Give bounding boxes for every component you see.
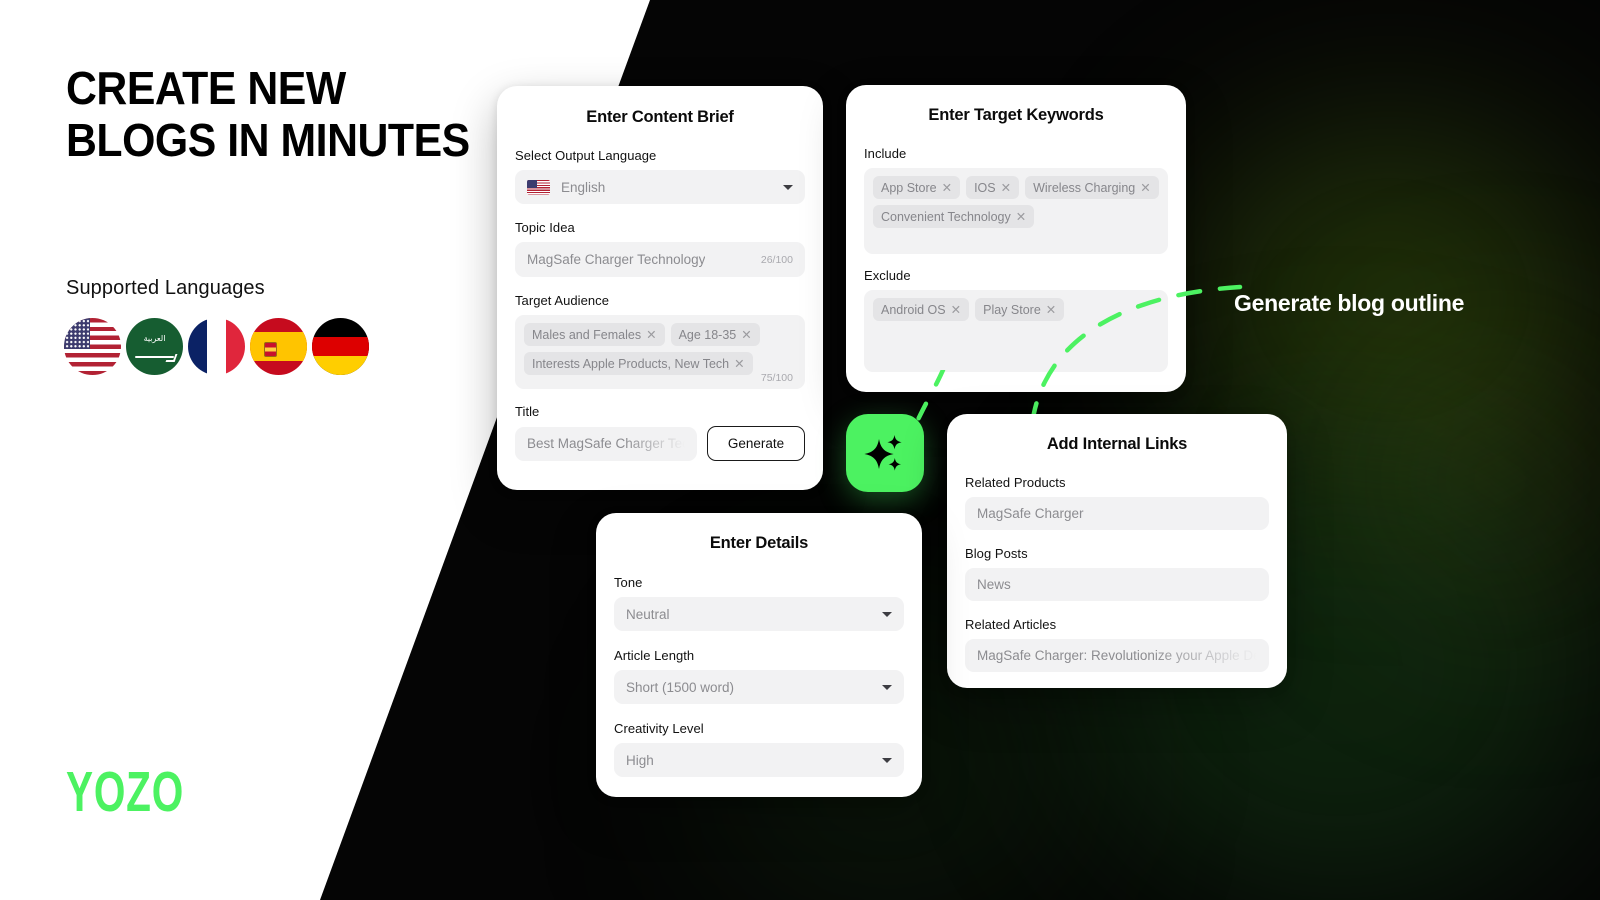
chip-label: App Store <box>881 181 937 195</box>
chip-remove-icon[interactable]: ✕ <box>942 181 952 195</box>
target-audience-chip-list: Males and Females ✕ Age 18-35 ✕ Interests … <box>524 323 796 375</box>
topic-idea-value: MagSafe Charger Technology <box>527 252 706 267</box>
select-article-length[interactable]: Short (1500 word) <box>614 670 904 704</box>
flag-usa-icon-small <box>527 179 550 195</box>
chevron-down-icon[interactable] <box>882 611 892 617</box>
title-value: Best MagSafe Charger Tech: Wirel <box>527 436 685 451</box>
chip[interactable]: Interests Apple Products, New Tech ✕ <box>524 352 753 375</box>
supported-languages-flags: العربية <box>64 318 369 375</box>
label-creativity-level: Creativity Level <box>614 721 704 736</box>
chevron-down-icon[interactable] <box>783 184 793 190</box>
include-chip-list: App Store ✕ IOS ✕ Wireless Charging ✕ Conve… <box>873 176 1159 228</box>
label-related-articles: Related Articles <box>965 617 1057 632</box>
chip-remove-icon[interactable]: ✕ <box>1140 181 1150 195</box>
chip-remove-icon[interactable]: ✕ <box>951 303 961 317</box>
related-products-value: MagSafe Charger <box>977 506 1084 521</box>
label-article-length: Article Length <box>614 648 695 663</box>
input-title[interactable]: Best MagSafe Charger Tech: Wirel <box>515 426 697 461</box>
card-content-brief: Enter Content Brief Select Output Langua… <box>497 86 823 490</box>
poster-canvas: CREATE NEW BLOGS IN MINUTES Supported La… <box>0 0 1600 900</box>
generate-button[interactable]: Generate <box>707 426 805 461</box>
sparkle-button[interactable] <box>846 414 924 492</box>
chip[interactable]: Android OS ✕ <box>873 298 970 321</box>
input-target-audience[interactable]: Males and Females ✕ Age 18-35 ✕ Interests … <box>515 315 805 389</box>
exclude-chip-list: Android OS ✕ Play Store ✕ <box>873 298 1159 321</box>
chip-label: Android OS <box>881 303 946 317</box>
article-length-value: Short (1500 word) <box>626 679 735 695</box>
card-internal-links: Add Internal Links Related Products MagS… <box>947 414 1287 688</box>
enter-details-title: Enter Details <box>709 534 809 552</box>
flag-germany-icon <box>312 318 369 375</box>
chip[interactable]: Males and Females ✕ <box>524 323 665 346</box>
chip[interactable]: Play Store ✕ <box>975 298 1065 321</box>
label-output-language: Select Output Language <box>515 148 657 163</box>
cta-generate-blog-outline: Generate blog outline <box>1234 290 1465 316</box>
blog-posts-value: News <box>977 577 1011 592</box>
hero-line-1: CREATE NEW <box>66 62 346 114</box>
chip-label: IOS <box>974 181 996 195</box>
flag-saudi-arabia-icon: العربية <box>126 318 183 375</box>
chip-remove-icon[interactable]: ✕ <box>1016 210 1026 224</box>
chip[interactable]: Convenient Technology ✕ <box>873 205 1035 228</box>
label-blog-posts: Blog Posts <box>965 546 1028 561</box>
input-topic-idea[interactable]: MagSafe Charger Technology 26/100 <box>515 242 805 277</box>
chip-remove-icon[interactable]: ✕ <box>741 328 751 342</box>
chevron-down-icon[interactable] <box>882 684 892 690</box>
topic-idea-counter: 26/100 <box>760 253 793 266</box>
supported-languages-label: Supported Languages <box>66 277 265 299</box>
input-related-articles[interactable]: MagSafe Charger: Revolutionize your Appl… <box>965 639 1269 672</box>
chip-label: Age 18-35 <box>678 328 737 342</box>
chevron-down-icon[interactable] <box>882 757 892 763</box>
content-brief-title: Enter Content Brief <box>586 108 734 126</box>
chip[interactable]: IOS ✕ <box>966 176 1020 199</box>
chip[interactable]: Wireless Charging ✕ <box>1025 176 1159 199</box>
flag-saudi-script: العربية <box>143 334 166 343</box>
chip-label: Wireless Charging <box>1033 181 1136 195</box>
yozo-logo: YOZO <box>66 761 185 824</box>
chip-remove-icon[interactable]: ✕ <box>1001 181 1011 195</box>
related-articles-value: MagSafe Charger: Revolutionize your Appl… <box>977 648 1257 663</box>
input-blog-posts[interactable]: News <box>965 568 1269 601</box>
select-creativity-level[interactable]: High <box>614 743 904 777</box>
label-title: Title <box>515 404 540 419</box>
target-audience-counter: 75/100 <box>760 372 793 384</box>
sparkle-icon <box>864 435 902 471</box>
input-exclude-keywords[interactable]: Android OS ✕ Play Store ✕ <box>864 290 1168 372</box>
hero-line-2: BLOGS IN MINUTES <box>66 114 470 166</box>
chip-remove-icon[interactable]: ✕ <box>646 328 656 342</box>
internal-links-title: Add Internal Links <box>1046 435 1188 453</box>
target-keywords-title: Enter Target Keywords <box>928 106 1104 124</box>
chip-label: Males and Females <box>532 328 642 342</box>
chip-label: Interests Apple Products, New Tech <box>532 357 730 371</box>
label-exclude: Exclude <box>864 268 911 283</box>
hero-heading: CREATE NEW BLOGS IN MINUTES <box>66 62 566 166</box>
select-tone[interactable]: Neutral <box>614 597 904 631</box>
chip-label: Convenient Technology <box>881 210 1011 224</box>
label-include: Include <box>864 146 907 161</box>
input-include-keywords[interactable]: App Store ✕ IOS ✕ Wireless Charging ✕ Conve… <box>864 168 1168 254</box>
input-related-products[interactable]: MagSafe Charger <box>965 497 1269 530</box>
card-enter-details: Enter Details Tone Neutral Article Lengt… <box>596 513 922 797</box>
label-tone: Tone <box>614 575 643 590</box>
tone-value: Neutral <box>626 606 670 622</box>
label-related-products: Related Products <box>965 475 1066 490</box>
creativity-level-value: High <box>626 752 654 768</box>
flag-france-icon <box>188 318 245 375</box>
chip-label: Play Store <box>983 303 1041 317</box>
select-output-language[interactable]: English <box>515 170 805 204</box>
label-target-audience: Target Audience <box>515 293 609 308</box>
chip[interactable]: Age 18-35 ✕ <box>670 323 760 346</box>
chip-remove-icon[interactable]: ✕ <box>734 357 744 371</box>
glow-right-edge <box>1350 330 1600 630</box>
label-topic-idea: Topic Idea <box>515 220 575 235</box>
chip[interactable]: App Store ✕ <box>873 176 961 199</box>
output-language-value: English <box>561 179 606 195</box>
flag-usa-icon <box>64 318 121 375</box>
card-target-keywords: Enter Target Keywords Include App Store ✕… <box>846 85 1186 392</box>
chip-remove-icon[interactable]: ✕ <box>1046 303 1056 317</box>
flag-spain-icon <box>250 318 307 375</box>
